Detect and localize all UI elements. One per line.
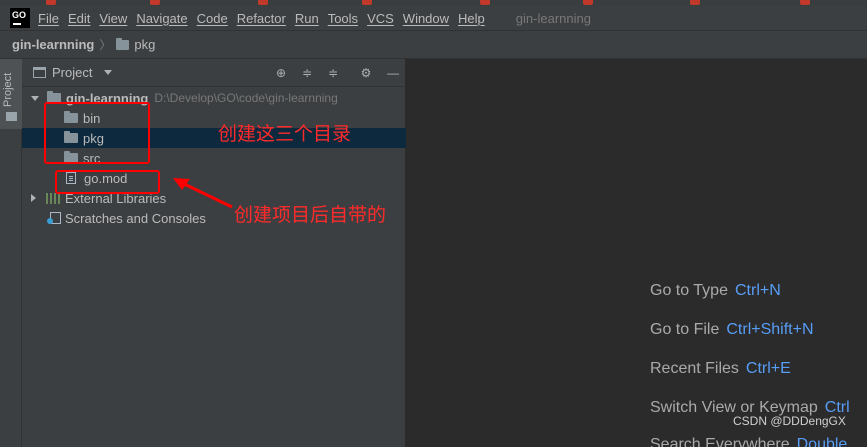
menu-view[interactable]: View	[99, 11, 127, 26]
annotation-arrow-icon	[173, 178, 233, 209]
menu-vcs[interactable]: VCS	[367, 11, 394, 26]
hint-search-everywhere: Search Everywhere Double	[650, 436, 847, 447]
menu-tools[interactable]: Tools	[328, 11, 358, 26]
window-title: gin-learnning	[515, 10, 591, 26]
project-panel: Project ⊕ ≑ ≑ ⚙ — gin-learnning D:\Devel…	[22, 59, 406, 447]
annotation-text-folders: 创建这三个目录	[218, 124, 352, 145]
library-icon	[46, 192, 62, 204]
editor-empty-area: Go to Type Ctrl+N Go to File Ctrl+Shift+N …	[407, 59, 867, 447]
menu-bar: GO File Edit View Navigate Code Refactor…	[0, 6, 867, 30]
annotation-box-gomod	[55, 170, 160, 194]
menu-file[interactable]: File	[38, 11, 59, 26]
hint-recent-files: Recent Files Ctrl+E	[650, 360, 791, 378]
expand-arrow-icon[interactable]	[31, 95, 39, 101]
project-panel-title: Project	[52, 65, 93, 80]
breadcrumb-project[interactable]: gin-learnning	[12, 37, 94, 52]
hint-shortcut[interactable]: Double	[797, 436, 848, 447]
breadcrumb: gin-learnning 〉 pkg	[0, 30, 867, 59]
locate-icon[interactable]: ⊕	[274, 66, 288, 80]
expand-arrow-icon[interactable]	[31, 194, 36, 202]
watermark: CSDN @DDDengGX	[733, 414, 846, 428]
menu-code[interactable]: Code	[197, 11, 228, 26]
folder-icon	[6, 112, 17, 121]
project-tool-tab-label: Project	[2, 72, 14, 107]
minimize-icon[interactable]: —	[386, 66, 400, 80]
menu-edit[interactable]: Edit	[68, 11, 90, 26]
gear-icon[interactable]: ⚙	[359, 66, 373, 80]
hint-go-to-file: Go to File Ctrl+Shift+N	[650, 321, 814, 339]
goland-logo-icon: GO	[10, 8, 30, 28]
menu-window[interactable]: Window	[403, 11, 449, 26]
folder-icon	[116, 37, 130, 50]
hint-label: Recent Files	[650, 360, 739, 377]
menu-refactor[interactable]: Refactor	[237, 11, 286, 26]
hint-shortcut[interactable]: Ctrl+Shift+N	[726, 321, 813, 338]
hint-label: Go to Type	[650, 282, 728, 299]
collapse-all-icon[interactable]: ≑	[326, 66, 340, 80]
hint-label: Search Everywhere	[650, 436, 790, 447]
breadcrumb-folder[interactable]: pkg	[134, 37, 155, 52]
hint-go-to-type: Go to Type Ctrl+N	[650, 282, 781, 300]
menu-navigate[interactable]: Navigate	[136, 11, 187, 26]
project-panel-header: Project ⊕ ≑ ≑ ⚙ —	[22, 59, 406, 87]
tool-window-strip: Project	[0, 59, 22, 447]
project-tool-tab[interactable]: Project	[0, 59, 22, 129]
menu-run[interactable]: Run	[295, 11, 319, 26]
annotation-text-auto: 创建项目后自带的	[234, 205, 387, 226]
hint-label: Go to File	[650, 321, 720, 338]
scratches-icon	[47, 211, 61, 225]
hint-shortcut[interactable]: Ctrl+N	[735, 282, 781, 299]
root-folder-path: D:\Develop\GO\code\gin-learnning	[154, 91, 338, 105]
chevron-down-icon[interactable]	[104, 70, 113, 75]
hint-shortcut[interactable]: Ctrl+E	[746, 360, 791, 377]
project-window-icon	[33, 67, 46, 78]
expand-all-icon[interactable]: ≑	[300, 66, 314, 80]
menu-help[interactable]: Help	[458, 11, 485, 26]
annotation-box-folders	[44, 102, 150, 164]
chevron-right-icon: 〉	[99, 38, 112, 52]
